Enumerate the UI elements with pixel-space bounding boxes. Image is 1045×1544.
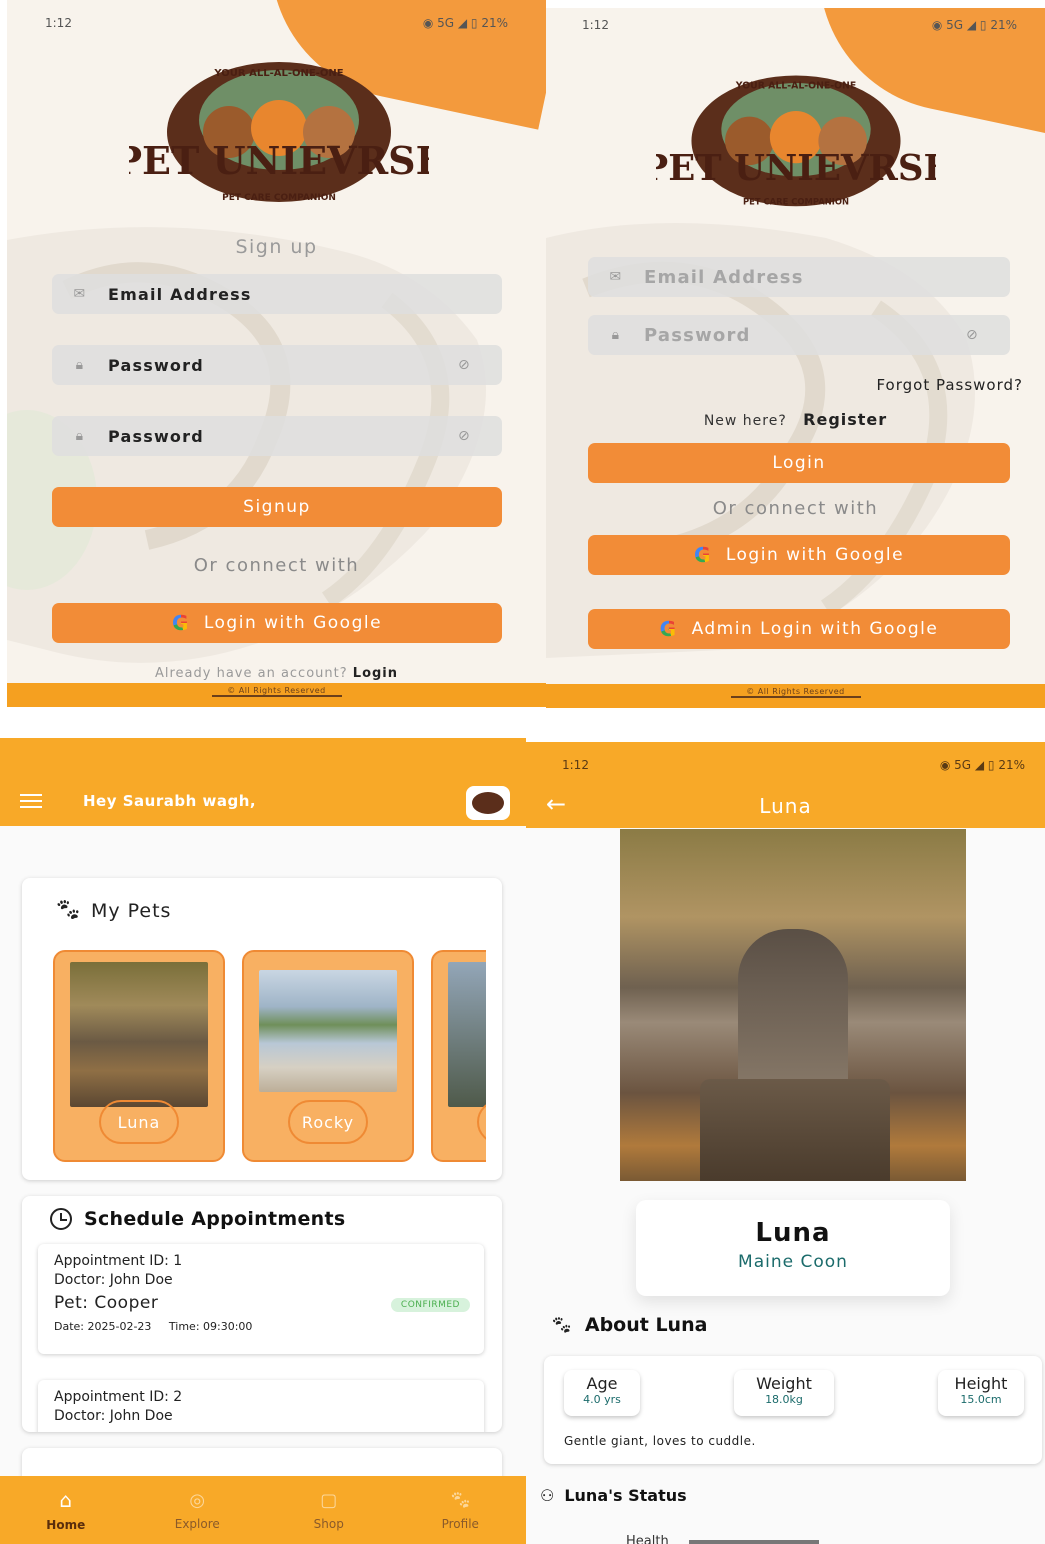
signup-screen: 1:12 ◉ 5G ◢ ▯ 21% PET UNIEVRSE YOUR ALL-… [7, 0, 546, 707]
weight-stat: Weight 18.0kg [734, 1370, 834, 1416]
status-badge: CONFIRMED [390, 1298, 470, 1312]
pet-breed: Maine Coon [738, 1252, 848, 1272]
pet-name-card: Luna Maine Coon [636, 1200, 950, 1296]
pet-card-third[interactable]: C [431, 950, 486, 1162]
nav-shop[interactable]: ▢ Shop [263, 1476, 395, 1544]
lock-icon: 🔒︎ [75, 428, 85, 444]
status-icon: ⚇ [540, 1486, 555, 1505]
svg-text:PET CARE COMPANION: PET CARE COMPANION [743, 196, 849, 206]
schedule-header: Schedule Appointments [50, 1208, 345, 1230]
pet-card-luna[interactable]: Luna [53, 950, 225, 1162]
status-bar: 1:12 ◉ 5G ◢ ▯ 21% [562, 758, 1025, 772]
about-card: Age 4.0 yrs Weight 18.0kg Height 15.0cm … [544, 1356, 1042, 1464]
app-header: Hey Saurabh wagh, [0, 738, 526, 826]
eye-off-icon[interactable]: ⊘ [458, 428, 502, 444]
register-row: New here? Register [703, 410, 888, 429]
nav-explore[interactable]: ◎ Explore [132, 1476, 264, 1544]
pet-card-rocky[interactable]: Rocky [242, 950, 414, 1162]
forgot-password-link[interactable]: Forgot Password? [876, 376, 1023, 394]
health-bar [688, 1539, 819, 1544]
home-icon: ⌂ [59, 1488, 73, 1512]
login-screen: 1:12 ◉ 5G ◢ ▯ 21% PET UNIEVRSE YOUR ALL-… [546, 8, 1045, 708]
page-title: Luna [759, 794, 812, 818]
svg-text:YOUR ALL-AL-ONE-ONE: YOUR ALL-AL-ONE-ONE [213, 68, 343, 79]
google-icon: G [171, 611, 190, 635]
svg-text:PET CARE COMPANION: PET CARE COMPANION [222, 193, 336, 203]
svg-text:YOUR ALL-AL-ONE-ONE: YOUR ALL-AL-ONE-ONE [735, 81, 856, 92]
bottom-nav: ⌂ Home ◎ Explore ▢ Shop 🐾︎ Profile [0, 1476, 526, 1544]
shopping-bag-icon: ▢ [320, 1489, 338, 1511]
register-link[interactable]: Register [803, 410, 887, 429]
age-stat: Age 4.0 yrs [564, 1370, 640, 1416]
status-header: ⚇ Luna's Status [540, 1486, 687, 1505]
pet-photo [259, 970, 397, 1092]
network-icon: ◉ [939, 758, 955, 772]
email-input[interactable]: ✉ Email Address [588, 257, 1010, 297]
appointment-card[interactable]: Appointment ID: 1 Doctor: John Doe Pet: … [38, 1244, 484, 1354]
menu-icon[interactable] [20, 794, 42, 808]
google-login-button[interactable]: G Login with Google [52, 603, 502, 643]
my-pets-card: 🐾︎ My Pets Luna Rocky C [22, 878, 502, 1180]
svg-text:PET UNIEVRSE: PET UNIEVRSE [129, 138, 429, 183]
eye-off-icon[interactable]: ⊘ [966, 327, 1010, 343]
admin-google-login-button[interactable]: G Admin Login with Google [588, 609, 1010, 649]
google-login-button[interactable]: G Login with Google [588, 535, 1010, 575]
password-field[interactable]: 🔒︎ Password ⊘ [52, 345, 502, 385]
login-link[interactable]: Login [353, 666, 398, 681]
google-icon: G [693, 543, 712, 567]
login-button[interactable]: Login [588, 443, 1010, 483]
network-icon: ◉ [931, 18, 947, 32]
app-logo: PET UNIEVRSE YOUR ALL-AL-ONE-ONE PET CAR… [656, 75, 936, 206]
footer-bar: © All Rights Reserved [7, 683, 546, 707]
clock-icon [50, 1208, 72, 1230]
pet-name: Luna [755, 1218, 831, 1248]
height-stat: Height 15.0cm [938, 1370, 1024, 1416]
logo-icon [472, 792, 504, 814]
status-time: 1:12 [45, 16, 72, 30]
paw-icon: 🐾︎ [448, 1489, 472, 1511]
home-screen: Hey Saurabh wagh, 🐾︎ My Pets Luna Rocky … [0, 738, 526, 1544]
pet-description: Gentle giant, loves to cuddle. [564, 1434, 756, 1448]
already-account-row: Already have an account? Login [154, 666, 399, 681]
schedule-card: Schedule Appointments Appointment ID: 1 … [22, 1196, 502, 1432]
status-bar: 1:12 ◉ 5G ◢ ▯ 21% [582, 18, 1017, 32]
google-icon: G [659, 617, 678, 641]
or-connect-text: Or connect with [193, 555, 360, 576]
mail-icon: ✉ [73, 286, 87, 302]
network-icon: ◉ [422, 16, 438, 30]
status-bar: 1:12 ◉ 5G ◢ ▯ 21% [45, 16, 508, 30]
greeting: Hey Saurabh wagh, [83, 792, 257, 810]
nav-home[interactable]: ⌂ Home [0, 1476, 132, 1544]
compass-icon: ◎ [189, 1489, 206, 1511]
footer-bar: © All Rights Reserved [546, 684, 1045, 708]
status-partial-row: Health [626, 1534, 819, 1544]
svg-text:PET UNIEVRSE: PET UNIEVRSE [656, 148, 936, 189]
password-input[interactable]: 🔒︎ Password ⊘ [588, 315, 1010, 355]
lock-icon: 🔒︎ [75, 357, 85, 373]
about-header: 🐾︎ About Luna [550, 1314, 708, 1336]
signup-title: Sign up [235, 236, 318, 258]
avatar[interactable] [466, 786, 510, 820]
or-connect-text: Or connect with [712, 498, 879, 519]
signup-button[interactable]: Signup [52, 487, 502, 527]
pet-photo [620, 829, 966, 1181]
app-header: 1:12 ◉ 5G ◢ ▯ 21% ← Luna [526, 742, 1045, 828]
appointment-card[interactable]: Appointment ID: 2 Doctor: John Doe [38, 1380, 484, 1432]
my-pets-header: 🐾︎ My Pets [54, 898, 172, 923]
lock-icon: 🔒︎ [611, 327, 621, 343]
pet-detail-screen: 1:12 ◉ 5G ◢ ▯ 21% ← Luna Luna Maine Coon… [526, 742, 1045, 1544]
pets-carousel[interactable]: Luna Rocky C [52, 950, 486, 1164]
email-field[interactable]: ✉ Email Address [52, 274, 502, 314]
nav-profile[interactable]: 🐾︎ Profile [395, 1476, 527, 1544]
eye-off-icon[interactable]: ⊘ [458, 357, 502, 373]
mail-icon: ✉ [609, 269, 623, 285]
paw-icon: 🐾︎ [550, 1314, 573, 1336]
confirm-password-field[interactable]: 🔒︎ Password ⊘ [52, 416, 502, 456]
paw-icon: 🐾︎ [54, 898, 83, 923]
pet-photo [448, 962, 486, 1107]
pet-photo [70, 962, 208, 1107]
app-logo: PET UNIEVRSE YOUR ALL-AL-ONE-ONE PET CAR… [129, 62, 429, 203]
